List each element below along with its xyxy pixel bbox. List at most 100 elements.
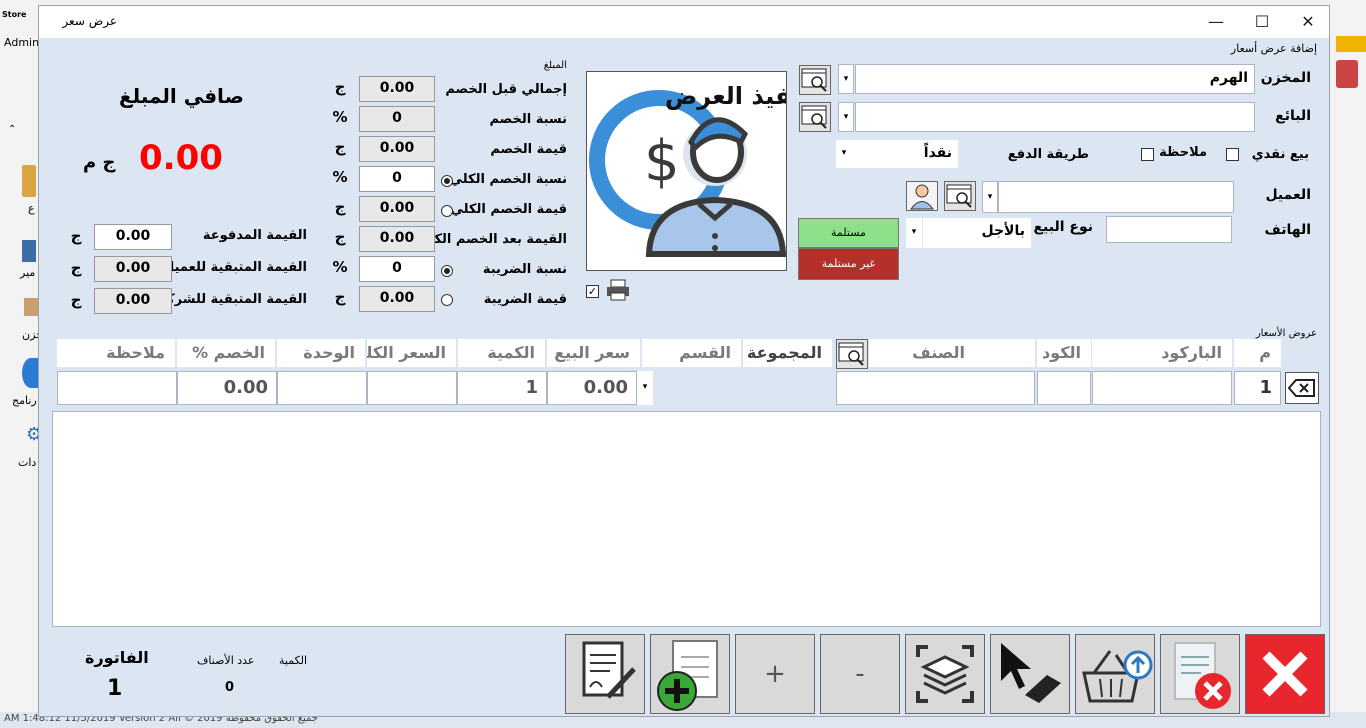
phone-label: الهاتف (1264, 222, 1311, 238)
client-search-button[interactable] (944, 181, 976, 211)
not-received-button[interactable]: غير مستلمة (798, 248, 899, 280)
warehouse-search-button[interactable] (799, 65, 831, 95)
warehouse-field[interactable]: الهرم (855, 64, 1255, 94)
entry-qty[interactable]: 1 (457, 371, 547, 405)
execute-offer-image[interactable]: $ تنفيذ العرض (586, 71, 787, 271)
currency-unit: ج (334, 78, 346, 96)
currency-unit: ج (70, 227, 82, 245)
seller-label: البائع (1275, 108, 1311, 124)
payment-method-select[interactable]: نقداً (852, 140, 958, 168)
value-after-discount-label: القيمة بعد الخصم الكلى (416, 232, 567, 247)
store-icon[interactable] (24, 298, 38, 316)
qty-label: الكمية (279, 654, 308, 667)
discount-value-label: قيمة الخصم (490, 142, 567, 157)
entry-unit[interactable] (277, 371, 367, 405)
col-sale-price: سعر البيع (547, 339, 640, 367)
maximize-button[interactable]: ☐ (1239, 6, 1285, 38)
new-document-button[interactable] (650, 634, 730, 714)
discount-rate-label: نسبة الخصم (489, 112, 567, 127)
warehouse-dropdown[interactable]: ▾ (838, 64, 854, 94)
remaining-company-label: القيمة المتبقية للشركة (159, 292, 307, 307)
sale-price-dropdown[interactable]: ▾ (637, 371, 653, 405)
background-side-panel: Store Admin ⌃ ع مير خزن رنامج ⚙ دات (0, 0, 43, 728)
entry-barcode[interactable] (1092, 371, 1232, 405)
minus-button[interactable]: - (820, 634, 900, 714)
close-form-button[interactable] (1245, 634, 1325, 714)
layers-button[interactable] (905, 634, 985, 714)
window-search-icon (801, 105, 827, 129)
tax-value-label: قيمة الضريبة (483, 292, 567, 307)
collapse-icon[interactable]: ⌃ (8, 124, 16, 135)
total-discount-rate-input[interactable]: 0 (359, 166, 435, 192)
tax-value-value: 0.00 (359, 286, 435, 312)
sales-icon[interactable] (22, 165, 36, 197)
backspace-icon[interactable] (1285, 372, 1319, 404)
entry-group-section (653, 371, 834, 405)
percent-unit: % (332, 258, 348, 276)
tax-rate-input[interactable]: 0 (359, 256, 435, 282)
col-section: القسم (642, 339, 741, 367)
plus-button[interactable]: + (735, 634, 815, 714)
paid-value-input[interactable]: 0.00 (94, 224, 172, 250)
basket-upload-button[interactable] (1075, 634, 1155, 714)
app-logo: Store (2, 10, 27, 19)
seller-search-button[interactable] (799, 102, 831, 132)
payment-method-label: طريقة الدفع (1007, 147, 1089, 162)
entry-notes[interactable] (57, 371, 177, 405)
received-button[interactable]: مستلمة (798, 218, 899, 248)
payment-dropdown[interactable]: ▾ (836, 140, 852, 168)
tax-rate-radio[interactable] (441, 265, 453, 277)
person-icon (910, 184, 934, 210)
seller-dropdown[interactable]: ▾ (838, 102, 854, 132)
net-currency: ج م (83, 152, 116, 173)
window-search-icon (946, 184, 972, 208)
value-after-discount-value: 0.00 (359, 226, 435, 252)
sign-document-button[interactable] (565, 634, 645, 714)
amount-caption: المبلغ (543, 60, 567, 71)
sale-type-dropdown[interactable]: ▾ (906, 218, 922, 248)
tax-value-radio[interactable] (441, 294, 453, 306)
warehouse-label: المخزن (1260, 70, 1311, 86)
seller-field[interactable] (855, 102, 1255, 132)
entry-discount[interactable]: 0.00 (177, 371, 277, 405)
close-button[interactable]: ✕ (1285, 6, 1331, 38)
note-label: ملاحظة (1159, 145, 1207, 160)
add-client-button[interactable] (906, 181, 938, 211)
sale-type-label: نوع البيع (1033, 219, 1093, 235)
entry-code[interactable] (1037, 371, 1091, 405)
item-search-button[interactable] (836, 339, 868, 369)
total-discount-rate-radio[interactable] (441, 175, 453, 187)
price-offer-window: عرض سعر — ☐ ✕ إضافة عرض أسعار المخزن اله… (38, 5, 1330, 717)
currency-unit: ج (70, 259, 82, 277)
total-discount-value-radio[interactable] (441, 205, 453, 217)
client-dropdown[interactable]: ▾ (982, 181, 998, 213)
currency-unit: ج (334, 198, 346, 216)
col-total-price: السعر الكلي (367, 339, 456, 367)
col-unit: الوحدة (277, 339, 365, 367)
col-group: المجموعة (743, 339, 832, 367)
background-right-panel (1330, 0, 1366, 728)
svg-text:$: $ (644, 129, 680, 194)
col-barcode: الباركود (1092, 339, 1232, 367)
document-delete-icon (1174, 642, 1231, 709)
sale-type-select[interactable]: بالأجل (923, 218, 1031, 248)
items-table[interactable] (52, 411, 1321, 627)
total-before-discount-value: 0.00 (359, 76, 435, 102)
delete-document-button[interactable] (1160, 634, 1240, 714)
print-checkbox[interactable]: ✓ (586, 285, 599, 298)
minimize-button[interactable]: — (1193, 6, 1239, 38)
phone-field[interactable] (1106, 216, 1232, 243)
cash-sale-checkbox[interactable] (1226, 148, 1239, 161)
entry-item[interactable] (836, 371, 1035, 405)
purchases-icon[interactable] (22, 240, 36, 262)
printer-icon[interactable] (605, 279, 631, 301)
select-erase-button[interactable] (990, 634, 1070, 714)
background-tab (1336, 36, 1366, 52)
discount-value-value: 0.00 (359, 136, 435, 162)
title-bar: عرض سعر — ☐ ✕ (39, 6, 1329, 38)
entry-sale-price[interactable]: 0.00 (547, 371, 637, 405)
col-m: م (1234, 339, 1281, 367)
total-discount-value-label: قيمة الخصم الكلي (450, 202, 567, 217)
client-field[interactable] (998, 181, 1234, 213)
note-checkbox[interactable] (1141, 148, 1154, 161)
